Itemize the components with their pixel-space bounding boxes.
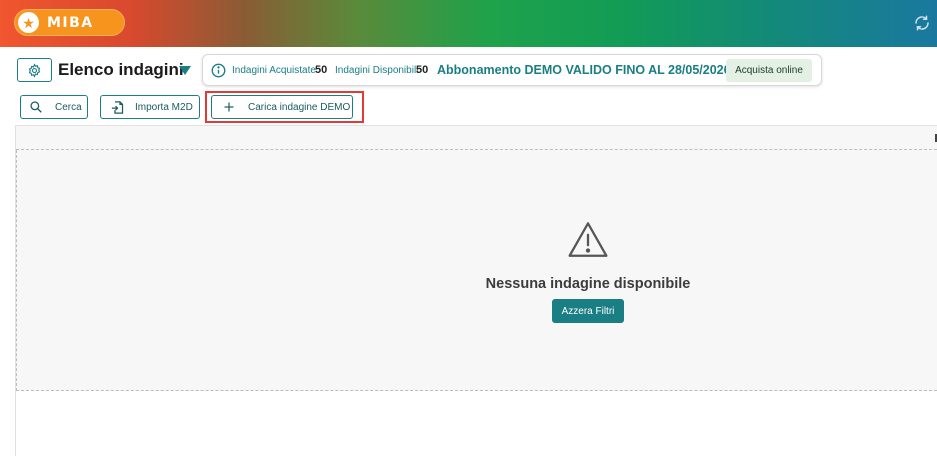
subscription-status: Abbonamento DEMO VALIDO FINO AL 28/05/20…	[437, 63, 731, 77]
reset-filters-button[interactable]: Azzera Filtri	[552, 299, 624, 323]
empty-state	[16, 150, 937, 391]
available-label: Indagini Disponibili	[335, 65, 419, 76]
import-m2d-button[interactable]: Importa M2D	[100, 95, 200, 119]
app-logo[interactable]: ★ MIBA	[14, 9, 125, 36]
refresh-icon[interactable]	[913, 14, 931, 32]
caret-down-icon[interactable]	[179, 66, 191, 75]
highlight-frame	[205, 91, 364, 123]
app-name: MIBA	[47, 15, 94, 31]
gear-icon	[28, 62, 41, 78]
buy-online-button[interactable]: Acquista online	[726, 59, 812, 82]
empty-state-message: Nessuna indagine disponibile	[485, 276, 691, 292]
subscription-panel: Indagini Acquistate 50 Indagini Disponib…	[202, 54, 822, 86]
search-icon	[21, 100, 51, 114]
warning-icon	[568, 222, 608, 257]
table-header	[16, 126, 937, 150]
star-icon: ★	[18, 12, 39, 33]
import-file-icon	[101, 100, 133, 115]
import-m2d-label: Importa M2D	[135, 101, 193, 113]
acquired-value: 50	[315, 64, 328, 76]
search-button[interactable]: Cerca	[20, 95, 88, 119]
top-bar: ★ MIBA	[0, 0, 937, 47]
search-button-label: Cerca	[55, 101, 82, 113]
available-value: 50	[416, 64, 429, 76]
settings-button[interactable]	[17, 58, 52, 82]
page-title: Elenco indagini	[58, 60, 184, 79]
info-icon	[211, 63, 226, 78]
acquired-label: Indagini Acquistate	[232, 65, 316, 76]
